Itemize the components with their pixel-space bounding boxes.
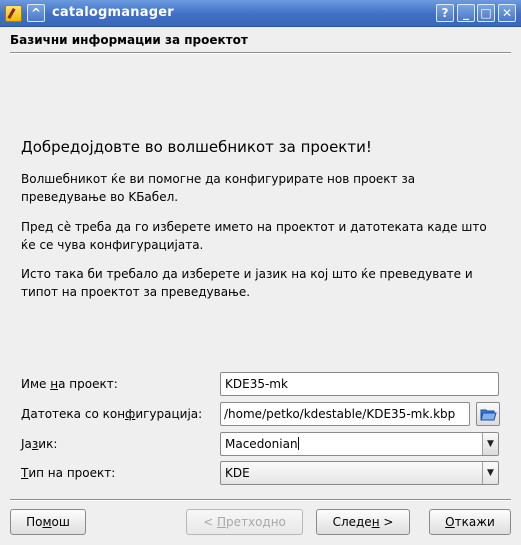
next-button[interactable]: Следен > [316, 509, 410, 535]
app-icon[interactable] [5, 5, 22, 22]
intro-paragraph-1: Волшебникот ќе ви помогне да конфигурира… [21, 172, 416, 204]
heading-divider [10, 52, 511, 54]
folder-open-icon [480, 409, 497, 421]
project-type-combo[interactable]: KDE ▼ [220, 461, 499, 485]
project-name-input[interactable]: KDE35-mk [220, 372, 499, 396]
cancel-button[interactable]: Откажи [429, 509, 511, 535]
close-button[interactable]: ✕ [498, 4, 516, 22]
maximize-icon: □ [480, 6, 492, 20]
project-name-label: Име на проект: [21, 377, 118, 391]
chevron-down-icon[interactable]: ▼ [482, 462, 498, 484]
help-icon: ? [441, 6, 449, 20]
chevron-down-icon[interactable]: ▼ [482, 433, 498, 455]
text-cursor [297, 437, 299, 450]
back-button[interactable]: < Претходно [186, 509, 303, 535]
language-combo[interactable]: Macedonian ▼ [220, 432, 499, 456]
language-label: Јазик: [21, 437, 58, 451]
intro-paragraph-3: Исто така би требало да изберете и јазик… [21, 267, 473, 299]
chevron-up-icon: ^ [30, 6, 42, 20]
intro-paragraph-2: Пред сè треба да го изберете името на пр… [21, 220, 487, 252]
maximize-button[interactable]: □ [477, 4, 495, 22]
help-button[interactable]: ? [436, 4, 454, 22]
project-type-value: KDE [225, 466, 250, 480]
footer-divider [10, 499, 511, 501]
close-icon: ✕ [501, 6, 513, 20]
minimize-button[interactable]: _ [457, 4, 475, 22]
language-combo-value: Macedonian [225, 437, 298, 451]
window-title: catalogmanager [52, 5, 174, 20]
browse-file-button[interactable] [476, 402, 500, 426]
welcome-heading: Добредојдовте во волшебникот за проекти! [21, 138, 372, 156]
minimize-icon: _ [463, 6, 469, 20]
shade-button[interactable]: ^ [27, 4, 45, 22]
help-dialog-button[interactable]: Помош [10, 509, 86, 535]
page-title: Базични информации за проектот [10, 33, 248, 47]
config-file-input[interactable]: /home/petko/kdestable/KDE35-mk.kbp [220, 402, 470, 426]
project-type-label: Тип на проект: [21, 466, 116, 480]
config-file-label: Датотека со конфигурација: [21, 407, 203, 421]
window-titlebar: ^ catalogmanager ? _ □ ✕ [0, 0, 521, 27]
